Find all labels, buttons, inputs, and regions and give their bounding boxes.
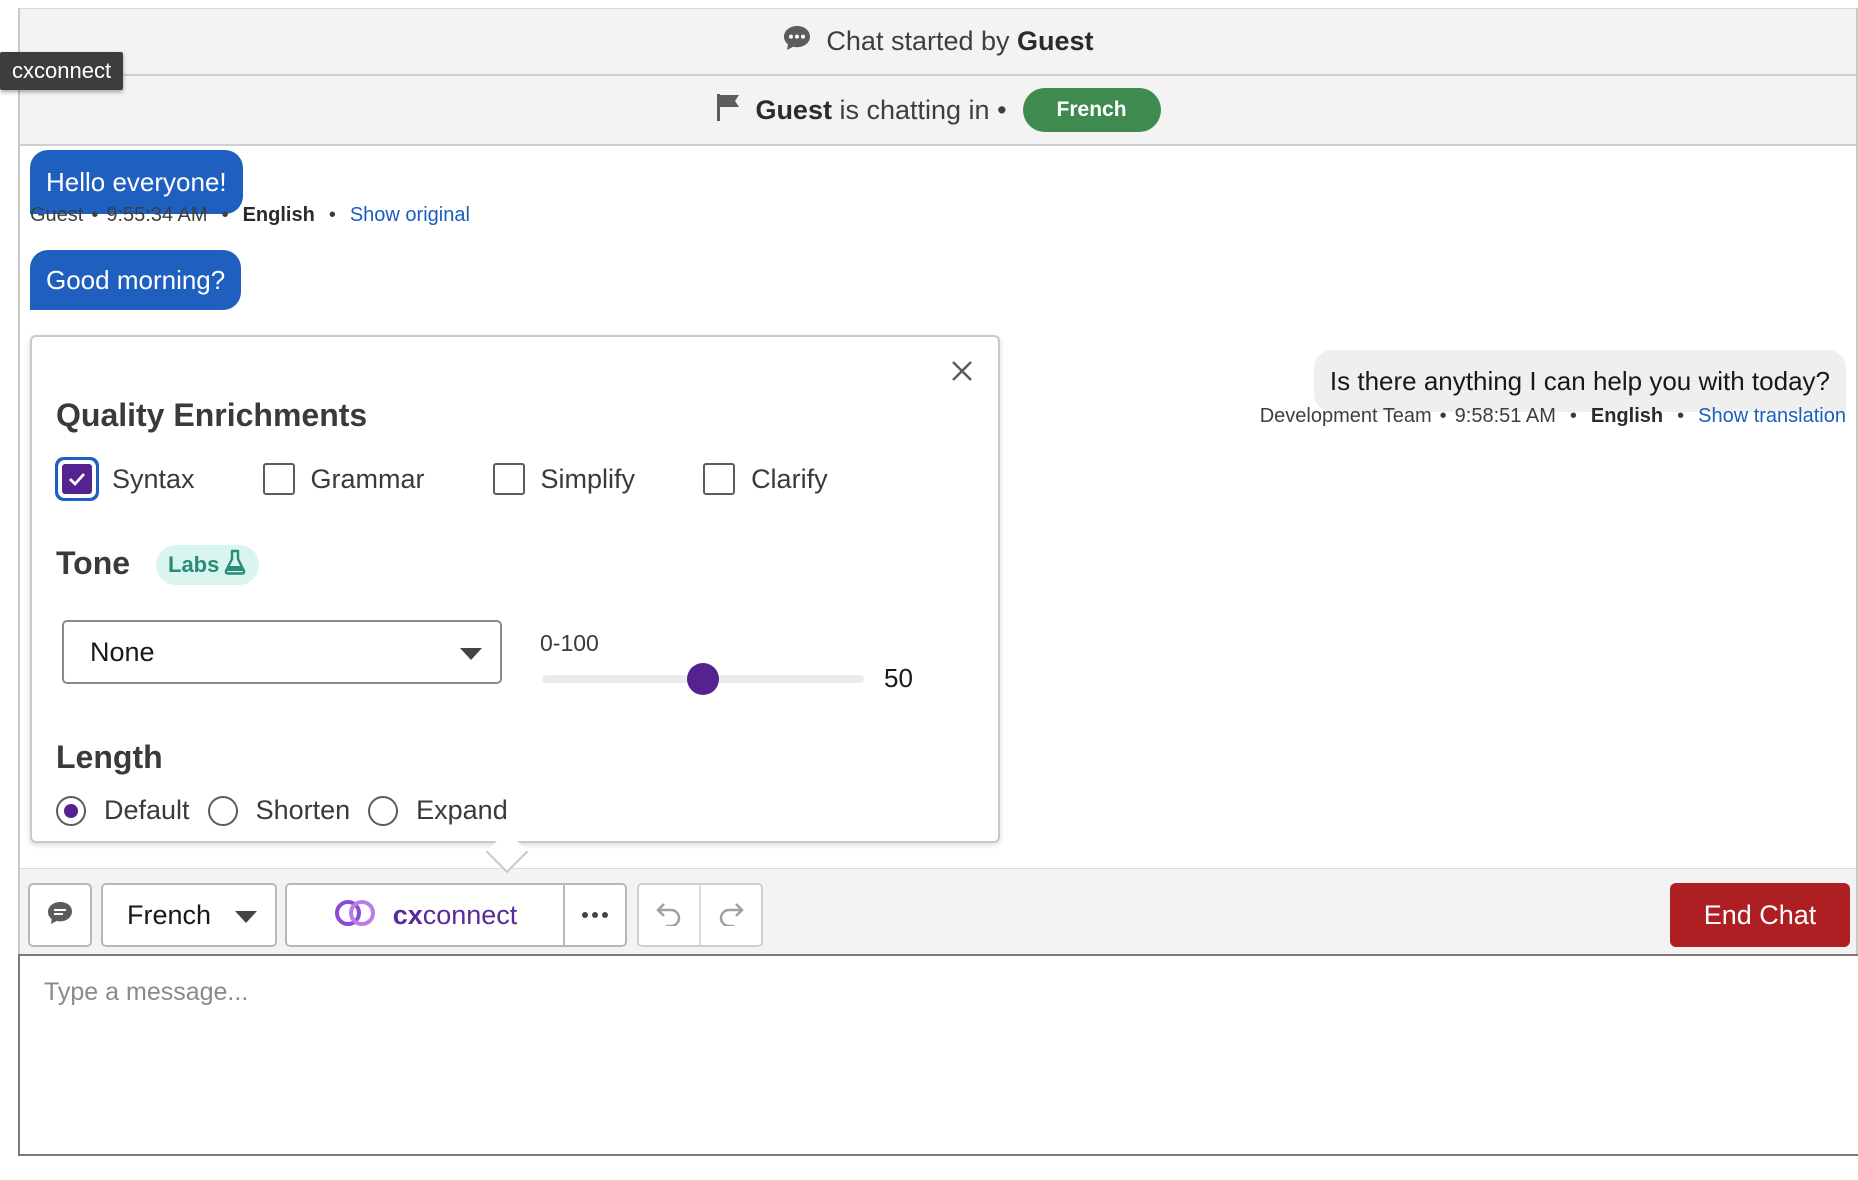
length-default-radio[interactable]: Default: [56, 795, 190, 826]
tone-select[interactable]: None: [62, 620, 502, 684]
length-shorten-radio[interactable]: Shorten: [207, 795, 351, 826]
radio-icon: [368, 795, 399, 826]
chat-bubble-icon: [46, 900, 74, 931]
enrichment-checkboxes: Syntax Grammar Simplify Clarify: [58, 463, 896, 495]
cxconnect-button[interactable]: cxconnect: [287, 885, 565, 945]
chat-started-by: Guest: [1017, 26, 1094, 56]
length-title: Length: [56, 739, 163, 775]
language-select[interactable]: French: [101, 883, 277, 947]
checkbox-label: Clarify: [751, 463, 828, 494]
chat-started-banner: Chat started by Guest: [20, 8, 1856, 76]
tone-select-value: None: [90, 636, 155, 667]
quick-text-button[interactable]: [28, 883, 92, 947]
radio-label: Expand: [416, 795, 508, 825]
close-icon: [951, 360, 973, 387]
chatting-language-banner: Guest is chatting in • French: [20, 76, 1856, 146]
checkbox-icon: [262, 463, 295, 495]
show-translation-link[interactable]: Show translation: [1698, 405, 1846, 427]
length-radio-group: Default Shorten Expand: [56, 795, 526, 826]
agent-message-bubble: Is there anything I can help you with to…: [1313, 350, 1846, 412]
cxconnect-tooltip: cxconnect: [0, 52, 124, 90]
chat-bubble-icon: [782, 24, 812, 59]
message-time: 9:55:34 AM: [106, 204, 208, 226]
simplify-checkbox[interactable]: Simplify: [492, 463, 636, 495]
message-meta: Development Team • 9:58:51 AM • English • Show…: [1259, 405, 1846, 427]
length-expand-radio[interactable]: Expand: [368, 795, 508, 826]
message-meta: Guest • 9:55:34 AM • English • Show original: [30, 204, 470, 226]
checkbox-checked-icon: [62, 464, 92, 494]
cxconnect-label-prefix: cx: [392, 899, 423, 930]
flag-icon: [715, 92, 743, 129]
message-text: Is there anything I can help you with to…: [1329, 365, 1830, 396]
message-time: 9:58:51 AM: [1454, 405, 1556, 427]
quality-enrichments-popover: Quality Enrichments Syntax Grammar Simpl…: [30, 335, 1000, 843]
labs-label: Labs: [168, 552, 220, 577]
undo-button[interactable]: [639, 885, 701, 945]
undo-redo-group: [637, 883, 763, 947]
cxconnect-label-suffix: connect: [422, 899, 518, 930]
redo-button[interactable]: [701, 885, 761, 945]
message-language: English: [1590, 405, 1664, 427]
tone-slider-value: 50: [884, 663, 913, 693]
radio-icon: [207, 795, 238, 826]
grammar-checkbox[interactable]: Grammar: [262, 463, 425, 495]
chatting-language-badge: French: [1022, 88, 1161, 132]
message-sender: Development Team: [1259, 405, 1432, 427]
message-text: Good morning?: [46, 265, 226, 295]
more-icon: [581, 906, 609, 924]
end-chat-button[interactable]: End Chat: [1670, 883, 1850, 947]
chevron-down-icon: [235, 911, 257, 923]
message-language: English: [242, 204, 315, 226]
radio-label: Shorten: [255, 795, 351, 825]
tone-slider-thumb[interactable]: [687, 663, 719, 695]
cxconnect-logo-icon: [333, 898, 377, 933]
labs-badge: Labs: [156, 545, 260, 585]
radio-selected-icon: [56, 795, 86, 826]
redo-icon: [717, 900, 745, 931]
clarify-checkbox[interactable]: Clarify: [703, 463, 828, 495]
chevron-down-icon: [460, 648, 482, 660]
message-composer: [18, 954, 1858, 1156]
flask-icon: [223, 549, 247, 581]
chat-started-prefix: Chat started by: [826, 26, 1010, 56]
undo-icon: [655, 900, 683, 931]
checkbox-label: Grammar: [310, 463, 425, 494]
guest-message-bubble: Good morning?: [30, 250, 242, 310]
close-button[interactable]: [944, 355, 980, 391]
more-options-button[interactable]: [565, 885, 625, 945]
tone-title: Tone: [56, 545, 131, 581]
tone-range-label: 0-100: [540, 630, 599, 656]
checkbox-icon: [703, 463, 736, 495]
checkbox-label: Simplify: [540, 463, 636, 494]
chatting-user-name: Guest: [755, 94, 832, 125]
radio-label: Default: [104, 795, 190, 825]
show-original-link[interactable]: Show original: [350, 204, 470, 226]
chatting-text: is chatting in •: [839, 94, 1007, 125]
quality-enrichments-title: Quality Enrichments: [56, 397, 368, 433]
syntax-checkbox[interactable]: Syntax: [58, 464, 195, 495]
composer-toolbar: French cxconnect End Chat: [20, 868, 1856, 954]
cxconnect-button-group: cxconnect: [285, 883, 627, 947]
message-text: Hello everyone!: [46, 166, 227, 197]
message-sender: Guest: [30, 204, 84, 226]
checkbox-icon: [492, 463, 525, 495]
language-select-value: French: [127, 899, 212, 930]
checkbox-label: Syntax: [112, 463, 195, 494]
message-input[interactable]: [20, 956, 1858, 1154]
